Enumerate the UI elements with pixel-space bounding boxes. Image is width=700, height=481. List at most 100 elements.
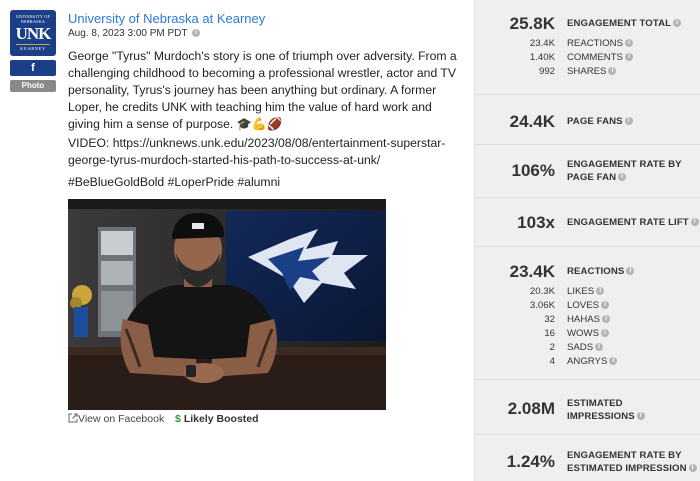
info-icon[interactable]: i bbox=[690, 218, 699, 227]
post-text: George "Tyrus" Murdoch's story is one of… bbox=[68, 49, 457, 131]
post-photo[interactable] bbox=[68, 199, 386, 410]
page-name-link[interactable]: University of Nebraska at Kearney bbox=[68, 11, 265, 26]
post-date-text: Aug. 8, 2023 3:00 PM PDT bbox=[68, 28, 188, 39]
avatar-line-1: UNIVERSITY OF NEBRASKA bbox=[16, 14, 50, 24]
engagement-total-label: ENGAGEMENT TOTAL i bbox=[567, 17, 682, 30]
boosted-label: Likely Boosted bbox=[183, 413, 259, 425]
facebook-icon[interactable]: f bbox=[10, 60, 56, 76]
reaction-label-text: SADS bbox=[567, 342, 594, 353]
info-icon[interactable]: i bbox=[600, 329, 609, 338]
reactions-label: REACTIONS i bbox=[567, 265, 635, 278]
page-avatar[interactable]: UNIVERSITY OF NEBRASKA UNK KEARNEY bbox=[10, 10, 56, 56]
info-icon[interactable]: i bbox=[673, 19, 682, 28]
info-icon[interactable]: i bbox=[601, 301, 609, 310]
info-icon[interactable]: i bbox=[192, 29, 201, 38]
engagement-rate-impression-label-line2: ESTIMATED IMPRESSION bbox=[567, 463, 687, 474]
metric-estimated-impressions: 2.08M ESTIMATED IMPRESSIONS i bbox=[475, 381, 700, 435]
estimated-impressions-label-line2: IMPRESSIONS bbox=[567, 411, 635, 422]
engagement-rate-impression-value: 1.24% bbox=[506, 452, 555, 471]
view-on-facebook-link[interactable]: View on Facebook bbox=[68, 413, 164, 425]
post-hashtags: #BeBlueGoldBold #LoperPride #alumni bbox=[68, 175, 281, 189]
post-video-link: VIDEO: https://unknews.unk.edu/2023/08/0… bbox=[68, 136, 446, 167]
estimated-impressions-value: 2.08M bbox=[507, 399, 555, 418]
page-fans-label: PAGE FANS i bbox=[567, 115, 633, 128]
reaction-value: 32 bbox=[544, 314, 555, 325]
engagement-rate-page-fan-label-line1: ENGAGEMENT RATE BY bbox=[567, 159, 682, 170]
reaction-row: 3.06K LOVES i bbox=[475, 300, 700, 313]
post-date: Aug. 8, 2023 3:00 PM PDT i bbox=[68, 28, 201, 39]
breakdown-label-text: REACTIONS bbox=[567, 38, 623, 49]
reactions-label-text: REACTIONS bbox=[567, 266, 625, 277]
reaction-value: 4 bbox=[549, 356, 555, 367]
metric-engagement-rate-impression: 1.24% ENGAGEMENT RATE BY ESTIMATED IMPRE… bbox=[475, 436, 700, 481]
boosted-indicator: $ Likely Boosted bbox=[175, 413, 259, 425]
info-icon[interactable]: i bbox=[595, 343, 604, 352]
reaction-label-text: WOWS bbox=[567, 328, 599, 339]
breakdown-value: 1.40K bbox=[529, 52, 555, 63]
page-fans-label-text: PAGE FANS bbox=[567, 116, 623, 127]
breakdown-label-text: SHARES bbox=[567, 66, 607, 77]
reaction-label: ANGRYS i bbox=[567, 356, 618, 367]
breakdown-row: 1.40K COMMENTS i bbox=[475, 52, 700, 65]
reaction-value: 3.06K bbox=[529, 300, 555, 311]
metric-page-fans: 24.4K PAGE FANS i bbox=[475, 96, 700, 145]
engagement-rate-page-fan-label-line2: PAGE FAN bbox=[567, 172, 617, 183]
reaction-row: 16 WOWS i bbox=[475, 328, 700, 341]
info-icon[interactable]: i bbox=[618, 173, 627, 182]
avatar-line-3: KEARNEY bbox=[16, 44, 50, 51]
engagement-rate-impression-label-line1: ENGAGEMENT RATE BY bbox=[567, 450, 682, 461]
info-icon[interactable]: i bbox=[608, 67, 617, 76]
reaction-label-text: LIKES bbox=[567, 286, 595, 297]
info-icon[interactable]: i bbox=[596, 287, 605, 296]
reaction-row: 4 ANGRYS i bbox=[475, 356, 700, 369]
engagement-rate-lift-value: 103x bbox=[517, 213, 555, 232]
engagement-total-label-text: ENGAGEMENT TOTAL bbox=[567, 18, 672, 29]
breakdown-value: 23.4K bbox=[529, 38, 555, 49]
metric-engagement-rate-page-fan: 106% ENGAGEMENT RATE BY PAGE FAN i bbox=[475, 146, 700, 198]
engagement-total-value: 25.8K bbox=[509, 14, 555, 33]
external-link-icon bbox=[68, 413, 78, 423]
post-photo-image bbox=[68, 199, 386, 410]
post-panel: UNIVERSITY OF NEBRASKA UNK KEARNEY f Pho… bbox=[0, 0, 474, 481]
reaction-value: 20.3K bbox=[529, 286, 555, 297]
info-icon[interactable]: i bbox=[636, 412, 645, 421]
engagement-rate-page-fan-value: 106% bbox=[511, 161, 555, 180]
info-icon[interactable]: i bbox=[626, 267, 635, 276]
info-icon[interactable]: i bbox=[609, 357, 618, 366]
reaction-row: 32 HAHAS i bbox=[475, 314, 700, 327]
reaction-value: 16 bbox=[544, 328, 555, 339]
info-icon[interactable]: i bbox=[624, 39, 633, 48]
info-icon[interactable]: i bbox=[602, 315, 611, 324]
post-type-badge: Photo bbox=[10, 80, 56, 92]
engagement-rate-page-fan-label: ENGAGEMENT RATE BY PAGE FAN i bbox=[567, 158, 682, 184]
reaction-label-text: HAHAS bbox=[567, 314, 601, 325]
reaction-label-text: ANGRYS bbox=[567, 356, 608, 367]
breakdown-row: 23.4K REACTIONS i bbox=[475, 38, 700, 51]
metric-engagement-total: 25.8K ENGAGEMENT TOTAL i 23.4K REACTIONS i… bbox=[475, 0, 700, 95]
avatar-line-2: UNK bbox=[15, 24, 52, 43]
estimated-impressions-label: ESTIMATED IMPRESSIONS i bbox=[567, 397, 645, 423]
dollar-icon: $ bbox=[175, 413, 181, 425]
breakdown-row: 992 SHARES i bbox=[475, 66, 700, 79]
engagement-rate-impression-label: ENGAGEMENT RATE BY ESTIMATED IMPRESSION i bbox=[567, 449, 697, 475]
metrics-panel: 25.8K ENGAGEMENT TOTAL i 23.4K REACTIONS i… bbox=[474, 0, 700, 481]
metric-engagement-rate-lift: 103x ENGAGEMENT RATE LIFT i bbox=[475, 199, 700, 247]
view-on-facebook-label: View on Facebook bbox=[78, 413, 165, 425]
reaction-label: HAHAS i bbox=[567, 314, 611, 325]
engagement-rate-lift-label-text: ENGAGEMENT RATE LIFT bbox=[567, 217, 689, 228]
engagement-rate-lift-label: ENGAGEMENT RATE LIFT i bbox=[567, 216, 699, 229]
reaction-value: 2 bbox=[549, 342, 555, 353]
reactions-value: 23.4K bbox=[509, 262, 555, 281]
info-icon[interactable]: i bbox=[688, 464, 697, 473]
info-icon[interactable]: i bbox=[624, 53, 633, 62]
breakdown-label: SHARES i bbox=[567, 66, 617, 77]
estimated-impressions-label-line1: ESTIMATED bbox=[567, 398, 623, 409]
breakdown-label-text: COMMENTS bbox=[567, 52, 623, 63]
reaction-label: WOWS i bbox=[567, 328, 609, 339]
page-fans-value: 24.4K bbox=[509, 112, 555, 131]
reaction-label: SADS i bbox=[567, 342, 604, 353]
breakdown-label: REACTIONS i bbox=[567, 38, 633, 49]
reaction-label: LIKES i bbox=[567, 286, 605, 297]
reaction-label: LOVES i bbox=[567, 300, 609, 311]
info-icon[interactable]: i bbox=[624, 117, 633, 126]
